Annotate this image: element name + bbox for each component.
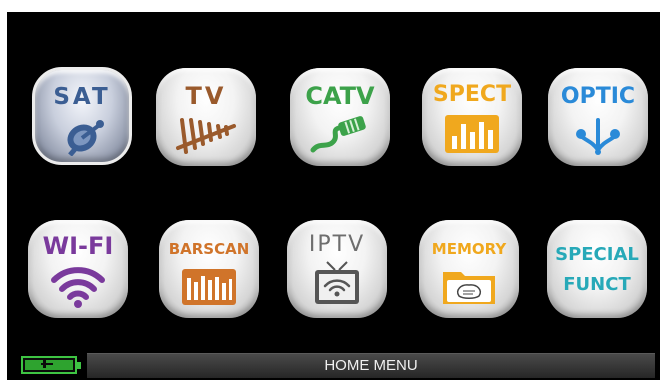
special-label: SPECIAL bbox=[555, 244, 639, 265]
tv-antenna-icon bbox=[176, 118, 236, 154]
battery-cap bbox=[77, 362, 81, 369]
sat-button[interactable]: SAT bbox=[32, 67, 132, 165]
barscan-icon bbox=[182, 269, 236, 305]
iptv-label: IPTV bbox=[308, 232, 366, 257]
catv-button[interactable]: CATV bbox=[290, 68, 390, 166]
wifi-button[interactable]: WI-FI bbox=[28, 220, 128, 318]
funct-label: FUNCT bbox=[563, 274, 631, 295]
optic-fiber-icon bbox=[576, 118, 620, 155]
barscan-button[interactable]: BARSCAN bbox=[159, 220, 259, 318]
optic-label: OPTIC bbox=[560, 84, 636, 109]
spect-button[interactable]: SPECT bbox=[422, 68, 522, 166]
iptv-icon bbox=[315, 261, 359, 304]
tv-label: TV bbox=[185, 82, 227, 110]
coax-cable-icon bbox=[310, 116, 366, 153]
tv-button[interactable]: TV bbox=[156, 68, 256, 166]
wifi-icon bbox=[51, 267, 105, 308]
memory-folder-icon bbox=[443, 272, 495, 304]
special-funct-button[interactable]: SPECIAL FUNCT bbox=[547, 220, 647, 318]
spectrum-icon bbox=[445, 115, 499, 153]
battery-plug-glyph bbox=[41, 360, 53, 368]
memory-button[interactable]: MEMORY bbox=[419, 220, 519, 318]
status-bar: HOME MENU bbox=[7, 350, 660, 380]
barscan-label: BARSCAN bbox=[168, 240, 250, 258]
sat-label: SAT bbox=[53, 84, 111, 110]
catv-label: CATV bbox=[305, 82, 375, 110]
spect-label: SPECT bbox=[432, 82, 512, 107]
memory-label: MEMORY bbox=[431, 240, 507, 258]
battery-charging-icon bbox=[21, 356, 81, 374]
wifi-label: WI-FI bbox=[42, 232, 114, 260]
iptv-button[interactable]: IPTV bbox=[287, 220, 387, 318]
device-screen: SAT TV CATV SPECT OPTIC WI-FI BARSCAN IP… bbox=[7, 12, 660, 380]
page-title: HOME MENU bbox=[87, 353, 655, 378]
optic-button[interactable]: OPTIC bbox=[548, 68, 648, 166]
satellite-dish-icon bbox=[67, 120, 104, 156]
